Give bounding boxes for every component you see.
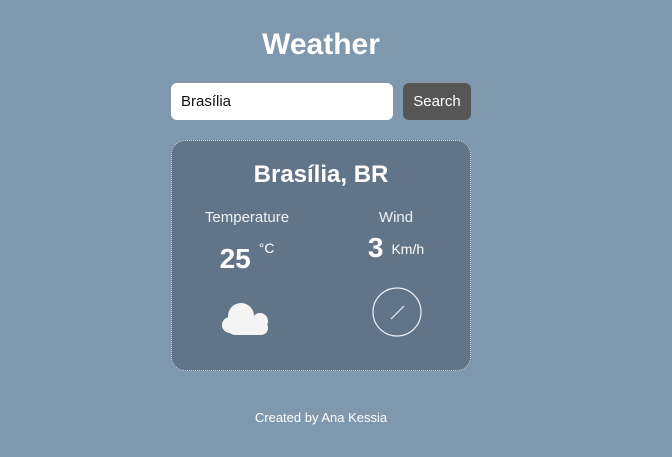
temperature-reading: 25 °C (172, 233, 322, 274)
wind-unit: Km/h (391, 241, 425, 258)
wind-direction-icon (372, 287, 422, 337)
temperature-label: Temperature (204, 209, 290, 226)
app-title: Weather (262, 28, 380, 61)
cloud-icon (222, 303, 268, 335)
wind-reading: 3 Km/h (321, 233, 471, 264)
temperature-unit: °C (258, 240, 275, 256)
temperature-value: 25 (219, 242, 251, 274)
search-button[interactable]: Search (403, 83, 471, 120)
footer-credit: Created by Ana Kessia (254, 410, 388, 425)
wind-panel: Wind 3 Km/h (321, 209, 471, 264)
city-search-input[interactable] (171, 83, 393, 120)
weather-card: Brasília, BR Temperature 25 °C Wind 3 Km/h (171, 140, 471, 371)
temperature-panel: Temperature 25 °C (172, 209, 322, 274)
wind-label: Wind (378, 209, 414, 226)
location-name: Brasília, BR (253, 161, 389, 188)
wind-value: 3 (367, 232, 384, 263)
